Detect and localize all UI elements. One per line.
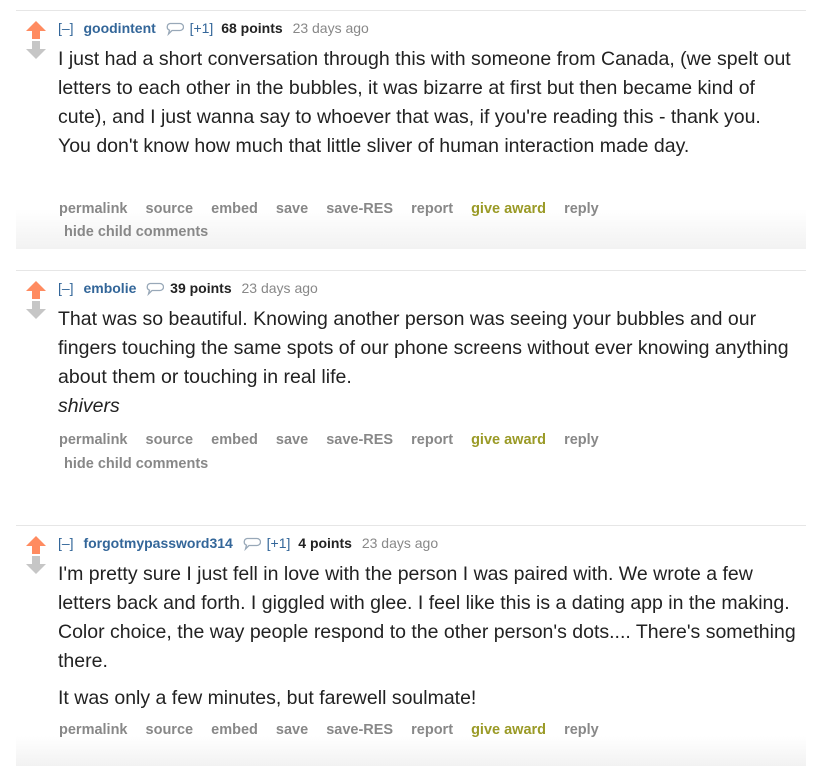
comment-body: I'm pretty sure I just fell in love with… [58, 560, 798, 713]
comment-embolie: [–] embolie 39 points 23 days ago That w… [16, 270, 806, 491]
give-award-link[interactable]: give award [471, 432, 546, 448]
reply-link[interactable]: reply [564, 722, 599, 738]
score: 4 points [298, 535, 352, 551]
collapse-toggle[interactable]: [–] [58, 535, 74, 551]
comment-actions: permalink source embed save save-RES rep… [59, 201, 613, 217]
embed-link[interactable]: embed [211, 722, 258, 738]
upvote-arrow-icon[interactable] [25, 534, 47, 556]
score: 68 points [221, 20, 283, 36]
downvote-arrow-icon[interactable] [25, 39, 47, 61]
comment-shade [16, 736, 806, 766]
comment-tagline: [–] embolie 39 points 23 days ago [58, 280, 318, 296]
author-link[interactable]: goodintent [83, 20, 155, 36]
timestamp: 23 days ago [361, 535, 439, 551]
comment-body: I just had a short conversation through … [58, 45, 798, 161]
save-link[interactable]: save [276, 201, 308, 217]
permalink-link[interactable]: permalink [59, 201, 128, 217]
reply-link[interactable]: reply [564, 432, 599, 448]
save-res-link[interactable]: save-RES [326, 432, 393, 448]
permalink-link[interactable]: permalink [59, 432, 128, 448]
comment-actions: permalink source embed save save-RES rep… [59, 722, 613, 738]
collapse-toggle[interactable]: [–] [58, 280, 74, 296]
timestamp: 23 days ago [241, 280, 318, 296]
timestamp: 23 days ago [292, 20, 369, 36]
comment-forgotmypassword314: [–] forgotmypassword314 [+1] 4 points 23… [16, 525, 806, 766]
comment-text-second-paragraph: It was only a few minutes, but farewell … [58, 687, 477, 709]
upvote-arrow-icon[interactable] [25, 279, 47, 301]
flair-plus-one[interactable]: [+1] [267, 535, 291, 551]
comment-goodintent: [–] goodintent [+1] 68 points 23 days ag… [16, 10, 806, 249]
downvote-arrow-icon[interactable] [25, 299, 47, 321]
embed-link[interactable]: embed [211, 201, 258, 217]
comment-text: I just had a short conversation through … [58, 48, 791, 157]
comment-text-main: That was so beautiful. Knowing another p… [58, 308, 789, 388]
comment-body: That was so beautiful. Knowing another p… [58, 305, 798, 421]
author-link[interactable]: embolie [83, 280, 136, 296]
speech-bubble-icon[interactable] [243, 537, 261, 551]
speech-bubble-icon[interactable] [146, 282, 165, 296]
save-res-link[interactable]: save-RES [326, 722, 393, 738]
hide-child-comments-link[interactable]: hide child comments [64, 456, 208, 472]
comment-text-emphasis: shivers [58, 395, 120, 417]
upvote-arrow-icon[interactable] [25, 19, 47, 41]
save-link[interactable]: save [276, 432, 308, 448]
give-award-link[interactable]: give award [471, 201, 546, 217]
give-award-link[interactable]: give award [471, 722, 546, 738]
source-link[interactable]: source [146, 722, 194, 738]
score: 39 points [170, 280, 232, 296]
comment-actions: permalink source embed save save-RES rep… [59, 432, 613, 448]
author-link[interactable]: forgotmypassword314 [83, 535, 232, 551]
vote-controls [25, 19, 47, 61]
flair-plus-one[interactable]: [+1] [190, 20, 214, 36]
comment-text: That was so beautiful. Knowing another p… [58, 305, 798, 421]
downvote-arrow-icon[interactable] [25, 554, 47, 576]
report-link[interactable]: report [411, 722, 453, 738]
speech-bubble-icon[interactable] [166, 22, 184, 36]
comment-tagline: [–] goodintent [+1] 68 points 23 days ag… [58, 20, 369, 36]
comment-tagline: [–] forgotmypassword314 [+1] 4 points 23… [58, 535, 438, 551]
hide-child-comments-link[interactable]: hide child comments [64, 224, 208, 240]
reply-link[interactable]: reply [564, 201, 599, 217]
permalink-link[interactable]: permalink [59, 722, 128, 738]
vote-controls [25, 279, 47, 321]
save-link[interactable]: save [276, 722, 308, 738]
report-link[interactable]: report [411, 432, 453, 448]
embed-link[interactable]: embed [211, 432, 258, 448]
source-link[interactable]: source [146, 432, 194, 448]
collapse-toggle[interactable]: [–] [58, 20, 74, 36]
source-link[interactable]: source [146, 201, 194, 217]
comment-text: I'm pretty sure I just fell in love with… [58, 563, 796, 672]
report-link[interactable]: report [411, 201, 453, 217]
save-res-link[interactable]: save-RES [326, 201, 393, 217]
vote-controls [25, 534, 47, 576]
